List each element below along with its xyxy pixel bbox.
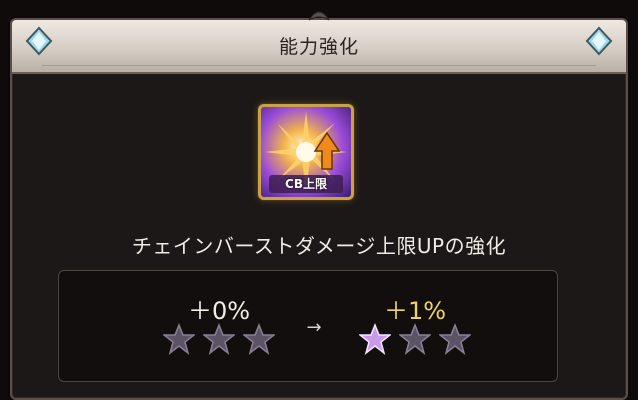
dialog-title: 能力強化 [278,36,359,58]
star-icon [439,323,471,355]
current-value: ＋0% [187,297,251,325]
arrow-right-icon: → [306,317,322,338]
star-icon [359,323,391,355]
current-star-rating [149,323,289,357]
star-icon [203,323,235,355]
skill-name: チェインバーストダメージ上限UPの強化 [131,234,507,258]
star-icon [163,323,195,355]
icon-label: CB上限 [269,175,343,193]
next-star-rating [345,323,485,357]
comparison-panel: ＋0% → ＋1% [58,270,558,382]
diamond-gem-icon [585,26,613,56]
title-bar: 能力強化 [12,11,626,74]
star-icon [399,323,431,355]
star-icon [243,323,275,355]
next-value: ＋1% [383,297,447,325]
chain-burst-cap-up-icon: CB上限 [258,104,354,200]
